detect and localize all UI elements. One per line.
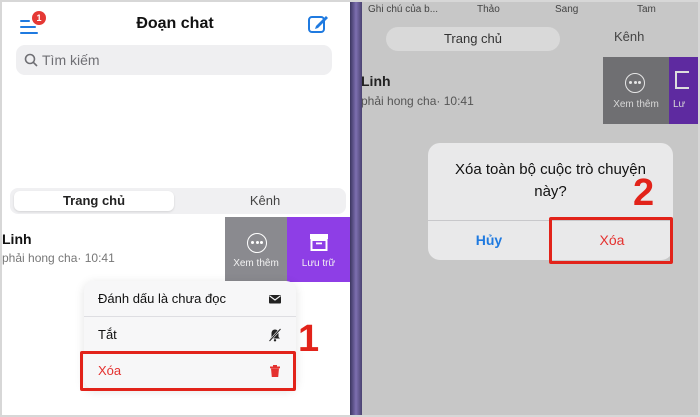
story-name[interactable]: Thảo — [477, 4, 500, 15]
dialog-message: Xóa toàn bộ cuộc trò chuyện này? — [455, 161, 646, 200]
tab-home[interactable]: Trang chủ — [386, 27, 560, 51]
more-button[interactable]: Xem thêm — [603, 57, 669, 124]
page-title: Đoạn chat — [136, 15, 214, 32]
tab-bar: Trang chủ Kênh — [372, 26, 700, 54]
left-screenshot: 1 Đoạn chat Tìm kiếm Trang chủ Kênh Linh… — [0, 0, 350, 417]
more-button[interactable]: Xem thêm — [225, 217, 287, 282]
story-name[interactable]: Sang — [555, 4, 578, 15]
menu-item-mark-unread[interactable]: Đánh dấu là chưa đọc — [84, 281, 296, 317]
step-number: 2 — [633, 172, 655, 214]
menu-item-mute[interactable]: Tắt — [84, 317, 296, 353]
tab-channels[interactable]: Kênh — [190, 191, 340, 211]
more-label: Xem thêm — [233, 258, 279, 269]
compose-icon[interactable] — [307, 13, 329, 35]
mute-label: Tắt — [98, 327, 117, 342]
archive-icon — [310, 234, 328, 251]
story-name[interactable]: Ghi chú của b... — [368, 4, 438, 15]
search-placeholder: Tìm kiếm — [42, 52, 100, 68]
chat-name[interactable]: Linh — [362, 73, 391, 89]
archive-button[interactable]: Lư — [669, 57, 700, 124]
bell-slash-icon — [268, 328, 282, 342]
more-label: Xem thêm — [613, 99, 659, 110]
chat-preview: phải hong cha· 10:41 — [362, 94, 474, 108]
story-name[interactable]: Tam — [637, 4, 656, 15]
archive-label: Lưu trữ — [301, 258, 336, 269]
chat-name[interactable]: Linh — [2, 231, 32, 247]
highlight-box-delete — [80, 351, 296, 391]
archive-button[interactable]: Lưu trữ — [287, 217, 350, 282]
tab-home[interactable]: Trang chủ — [14, 191, 174, 211]
more-dots-icon — [247, 233, 267, 253]
archive-icon — [675, 71, 689, 89]
cancel-button[interactable]: Hủy — [428, 221, 550, 260]
right-screenshot: Ghi chú của b... Thảo Sang Tam Trang chủ… — [362, 0, 700, 417]
more-dots-icon — [625, 73, 645, 93]
tab-channels[interactable]: Kênh — [614, 29, 644, 44]
step-number: 1 — [298, 318, 320, 360]
tab-bar: Trang chủ Kênh — [10, 188, 346, 214]
mark-unread-label: Đánh dấu là chưa đọc — [98, 291, 226, 306]
envelope-icon — [269, 295, 281, 304]
panel-divider — [350, 0, 362, 417]
search-icon — [24, 53, 38, 67]
story-names-row: Ghi chú của b... Thảo Sang Tam — [362, 4, 700, 20]
highlight-box-confirm — [549, 217, 673, 264]
search-input[interactable]: Tìm kiếm — [16, 45, 332, 75]
archive-label: Lư — [673, 99, 686, 110]
chat-preview: phải hong cha· 10:41 — [2, 251, 115, 265]
